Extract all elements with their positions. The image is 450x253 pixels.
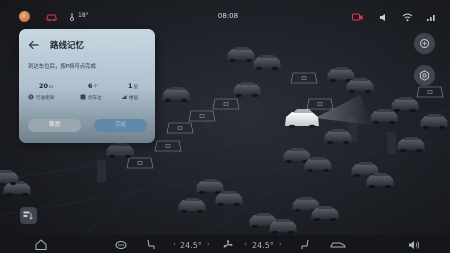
map-legend-button[interactable] (20, 207, 37, 224)
right-temp-up[interactable]: › (279, 240, 282, 248)
card-title: 路线记忆 (50, 41, 85, 51)
stat-slots-label: 停车位 (88, 96, 102, 101)
route-memory-card: 路线记忆 到达车位后，按P挡可点完成 20m 6个 1层 行驶距离 停车位 楼层… (19, 29, 155, 143)
avatar[interactable] (19, 11, 30, 22)
clock: 08:08 (217, 12, 239, 20)
stat-floor-label: 楼层 (129, 96, 139, 101)
legend-icon (23, 211, 33, 220)
back-arrow-icon[interactable] (28, 39, 40, 51)
left-temperature: 24.5° (180, 241, 202, 250)
seat-right-icon[interactable] (300, 239, 310, 250)
car-side-icon[interactable] (330, 240, 346, 249)
right-temperature: 24.5° (252, 241, 274, 250)
parking-icon (80, 94, 86, 100)
record-icon[interactable] (352, 13, 363, 22)
speaker-icon[interactable] (408, 240, 420, 250)
left-temp-down[interactable]: ‹ (173, 240, 176, 248)
stat-slots-value: 6个 (88, 82, 98, 90)
stat-floor-value: 1层 (128, 82, 138, 90)
settings-icon (419, 70, 430, 81)
car-outline-icon[interactable] (46, 12, 57, 21)
card-description: 到达车位后，按P挡可点完成 (28, 64, 96, 70)
right-temp-down[interactable]: ‹ (244, 240, 247, 248)
done-button[interactable]: 完成 (94, 119, 147, 132)
fullscreen-button[interactable] (414, 33, 435, 54)
floor-icon (121, 95, 127, 99)
cancel-button[interactable]: 取消 (28, 119, 81, 132)
steering-heat-icon[interactable] (115, 239, 127, 250)
status-bar: 18° 08:08 (0, 0, 450, 30)
fullscreen-icon (420, 39, 429, 48)
stat-distance-label: 行驶距离 (36, 96, 55, 101)
volume-icon (380, 14, 385, 21)
stat-distance-value: 20m (39, 82, 54, 90)
settings-button[interactable] (414, 65, 435, 86)
left-temp-up[interactable]: › (207, 240, 210, 248)
route-distance-icon (28, 94, 34, 100)
outside-temperature: 18° (78, 12, 89, 19)
seat-left-icon[interactable] (146, 239, 156, 250)
signal-icon (427, 15, 435, 21)
fan-icon[interactable] (222, 239, 234, 250)
home-icon[interactable] (35, 239, 47, 250)
wifi-icon (402, 13, 413, 22)
